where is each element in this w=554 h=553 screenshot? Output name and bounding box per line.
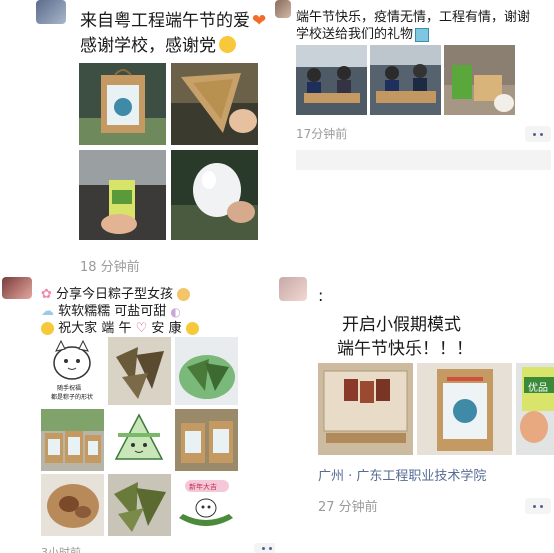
post-text-line2: 学校送给我们的礼物	[296, 23, 430, 42]
post-text-line1: 开启小假期模式	[342, 315, 461, 335]
zongzi-image	[108, 474, 171, 536]
dot-icon	[269, 546, 272, 550]
dot-icon	[540, 132, 543, 136]
smile-emoji-icon	[41, 322, 54, 335]
drink-label: 优品	[528, 383, 548, 394]
post-timestamp: 18 分钟前	[80, 260, 140, 272]
salted-egg-image	[171, 150, 258, 240]
photo-gift-bags-2[interactable]	[175, 409, 238, 471]
photo-sticker-boat[interactable]: 新年大吉	[175, 474, 238, 536]
post-text-line3: 祝大家 端 午 ♡ 安 康	[41, 317, 199, 336]
photo-zongzi-box[interactable]	[318, 363, 413, 455]
photo-gift-box[interactable]	[444, 45, 515, 115]
post-card-2: 端午节快乐，疫情无情，工程有情，谢谢 学校送给我们的礼物 17分钟前	[275, 0, 554, 272]
photo-drink[interactable]	[79, 150, 166, 240]
post-text-line2: 感谢学校，感谢党	[80, 31, 236, 56]
drink-image	[79, 150, 166, 240]
post-text-line2: 端午节快乐！！！	[337, 339, 473, 359]
drink-image	[516, 363, 554, 455]
gift-bag-image	[79, 63, 166, 145]
post-text-line1: 来自粤工程端午节的爱 ❤	[80, 11, 267, 31]
gift-bag-image	[175, 409, 238, 471]
photo-drink-egg[interactable]: 优品	[516, 363, 554, 455]
comment-area	[296, 150, 551, 170]
zongzi-image	[175, 337, 238, 405]
dot-icon	[533, 132, 536, 136]
photo-sticker-cat[interactable]: 随手祝福 都是粽子的形状	[41, 337, 104, 405]
photo-zongzi[interactable]	[171, 63, 258, 145]
post-colon: :	[318, 286, 324, 305]
dot-icon	[540, 504, 543, 508]
photo-salted-egg[interactable]	[171, 150, 258, 240]
photo-distribution-2[interactable]	[370, 45, 441, 115]
gift-bag-image	[417, 363, 512, 455]
avatar[interactable]	[275, 0, 291, 18]
post-card-4: : 开启小假期模式 端午节快乐！！！ 优品 广州 · 广东工程职业技术学院 27…	[275, 272, 554, 553]
zongzi-box-image	[318, 363, 413, 455]
avatar[interactable]	[279, 277, 307, 301]
gift-box-image	[444, 45, 515, 115]
more-options-button[interactable]	[254, 543, 275, 553]
dot-icon	[533, 504, 536, 508]
heart-icon: ❤	[252, 11, 267, 31]
avatar[interactable]	[36, 0, 66, 24]
post-card-3: ✿ 分享今日粽子型女孩 ☁ 软软糯糯 可盐可甜 ◐ 祝大家 端 午 ♡ 安 康 …	[0, 272, 275, 553]
gift-emoji-icon	[415, 27, 430, 42]
sticker-text: 新年大吉	[189, 483, 217, 491]
location-link[interactable]: 广州 · 广东工程职业技术学院	[318, 465, 486, 484]
zongzi-sticker-image	[114, 413, 164, 460]
photo-gift-bags[interactable]	[41, 409, 104, 471]
sticker-caption: 随手祝福	[57, 385, 82, 392]
zongzi-image	[108, 337, 171, 405]
distribution-image	[296, 45, 367, 115]
happy-emoji-icon	[185, 322, 199, 335]
post-card-1: 来自粤工程端午节的爱 ❤ 感谢学校，感谢党 18 分钟前	[0, 0, 275, 272]
gift-bag-image	[41, 409, 104, 471]
post-timestamp: 3小时前	[41, 546, 81, 553]
cat-sticker-image	[53, 339, 91, 380]
more-options-button[interactable]	[525, 126, 551, 142]
photo-zongzi-plate[interactable]	[108, 337, 171, 405]
photo-zongzi-bowl[interactable]	[175, 337, 238, 405]
zongzi-image	[41, 474, 104, 536]
zongzi-image	[171, 63, 258, 145]
smile-emoji-icon	[219, 35, 236, 53]
distribution-image	[370, 45, 441, 115]
dot-icon	[262, 546, 265, 550]
more-options-button[interactable]	[525, 498, 551, 514]
post-timestamp: 27 分钟前	[318, 500, 378, 515]
post-timestamp: 17分钟前	[296, 127, 348, 141]
photo-zongzi-wrapped[interactable]	[108, 474, 171, 536]
photo-zongzi-meat[interactable]	[41, 474, 104, 536]
photo-distribution-1[interactable]	[296, 45, 367, 115]
photo-gift-bag[interactable]	[79, 63, 166, 145]
photo-sticker-zongzi[interactable]	[108, 409, 171, 471]
sticker-caption: 都是粽子的形状	[51, 394, 94, 401]
avatar[interactable]	[2, 277, 32, 299]
photo-gift-bag[interactable]	[417, 363, 512, 455]
